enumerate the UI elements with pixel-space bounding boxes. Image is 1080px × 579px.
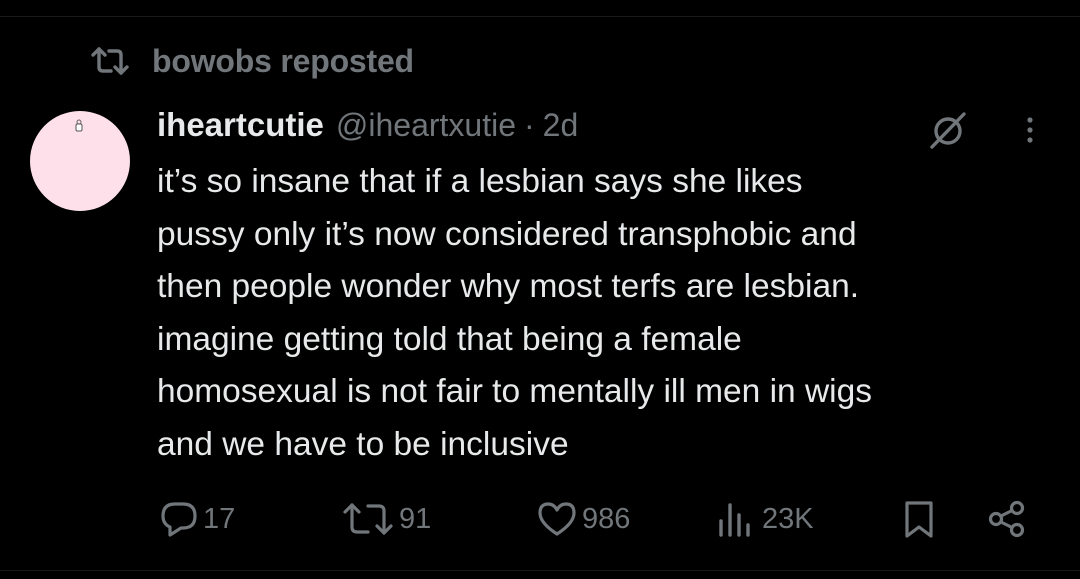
user-handle[interactable]: @iheartxutie [336, 107, 516, 144]
repost-indicator[interactable]: bowobs reposted [90, 43, 414, 79]
tweet-text: it’s so insane that if a lesbian says sh… [157, 163, 872, 463]
reply-icon [161, 502, 197, 537]
repost-count: 91 [399, 502, 432, 535]
share-button[interactable] [987, 497, 1027, 541]
repost-label[interactable]: bowobs reposted [152, 43, 414, 80]
separator-dot: · [524, 107, 535, 143]
avatar-charm-icon [75, 119, 83, 132]
bottom-divider [0, 570, 1080, 571]
grok-icon[interactable] [926, 108, 970, 152]
repost-icon [90, 46, 130, 76]
top-divider [0, 16, 1080, 17]
tweet[interactable]: bowobs reposted iheartcutie @iheartxutie… [0, 0, 1080, 579]
repost-action-icon [343, 503, 393, 535]
views-count: 23K [762, 502, 814, 535]
views-button[interactable]: 23K [716, 497, 814, 541]
views-icon [719, 503, 750, 537]
bookmark-button[interactable] [901, 497, 937, 541]
timestamp[interactable]: 2d [543, 107, 579, 144]
repost-button[interactable]: 91 [341, 497, 431, 541]
display-name[interactable]: iheartcutie [157, 106, 324, 144]
reply-count: 17 [203, 502, 236, 535]
like-icon [538, 502, 576, 536]
bookmark-icon [905, 501, 933, 538]
share-icon [988, 500, 1025, 538]
avatar[interactable] [30, 111, 130, 211]
like-count: 986 [582, 502, 631, 535]
reply-button[interactable]: 17 [159, 497, 235, 541]
like-button[interactable]: 986 [536, 497, 630, 541]
action-bar: 17 91 986 23K [0, 497, 1080, 541]
tweet-header: iheartcutie @iheartxutie · 2d [157, 106, 578, 148]
more-icon[interactable] [1018, 112, 1042, 148]
